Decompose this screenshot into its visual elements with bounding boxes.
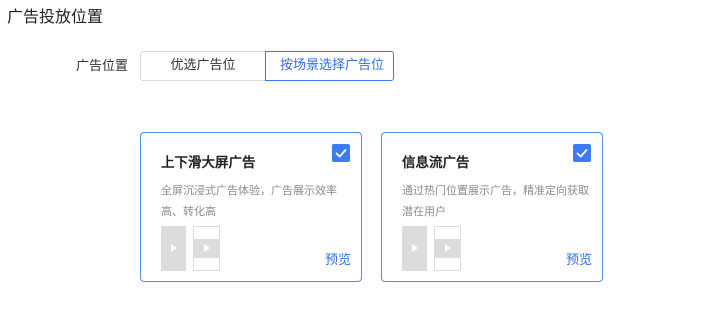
play-icon bbox=[204, 244, 210, 252]
play-icon bbox=[412, 244, 418, 252]
preview-link[interactable]: 预览 bbox=[566, 252, 592, 270]
placement-segmented-control: 优选广告位 按场景选择广告位 bbox=[140, 51, 394, 81]
play-icon bbox=[445, 244, 451, 252]
option-preferred-placement[interactable]: 优选广告位 bbox=[140, 51, 266, 81]
check-icon[interactable] bbox=[573, 144, 591, 162]
card-description: 通过热门位置展示广告，精准定向获取潜在用户 bbox=[402, 184, 589, 218]
play-icon bbox=[171, 244, 177, 252]
placement-label: 广告位置 bbox=[76, 59, 129, 74]
video-thumbnail bbox=[402, 226, 427, 271]
card-feed-ad[interactable]: 信息流广告 通过热门位置展示广告，精准定向获取潜在用户 预览 bbox=[381, 132, 603, 282]
preview-link[interactable]: 预览 bbox=[325, 252, 351, 270]
ad-placement-page: 广告投放位置 广告位置 优选广告位 按场景选择广告位 上下滑大屏广告 全屏沉浸式… bbox=[0, 0, 719, 316]
video-thumbnail bbox=[193, 226, 220, 271]
check-icon[interactable] bbox=[332, 144, 350, 162]
video-thumbnail bbox=[434, 226, 461, 271]
card-fullscreen-ad[interactable]: 上下滑大屏广告 全屏沉浸式广告体验，广告展示效率高、转化高 预览 bbox=[140, 132, 362, 282]
card-title: 上下滑大屏广告 bbox=[161, 155, 256, 171]
card-description: 全屏沉浸式广告体验，广告展示效率高、转化高 bbox=[161, 184, 337, 218]
option-scene-placement[interactable]: 按场景选择广告位 bbox=[265, 51, 394, 81]
card-title: 信息流广告 bbox=[402, 155, 470, 171]
section-title: 广告投放位置 bbox=[7, 7, 104, 26]
video-thumbnail bbox=[161, 226, 186, 271]
